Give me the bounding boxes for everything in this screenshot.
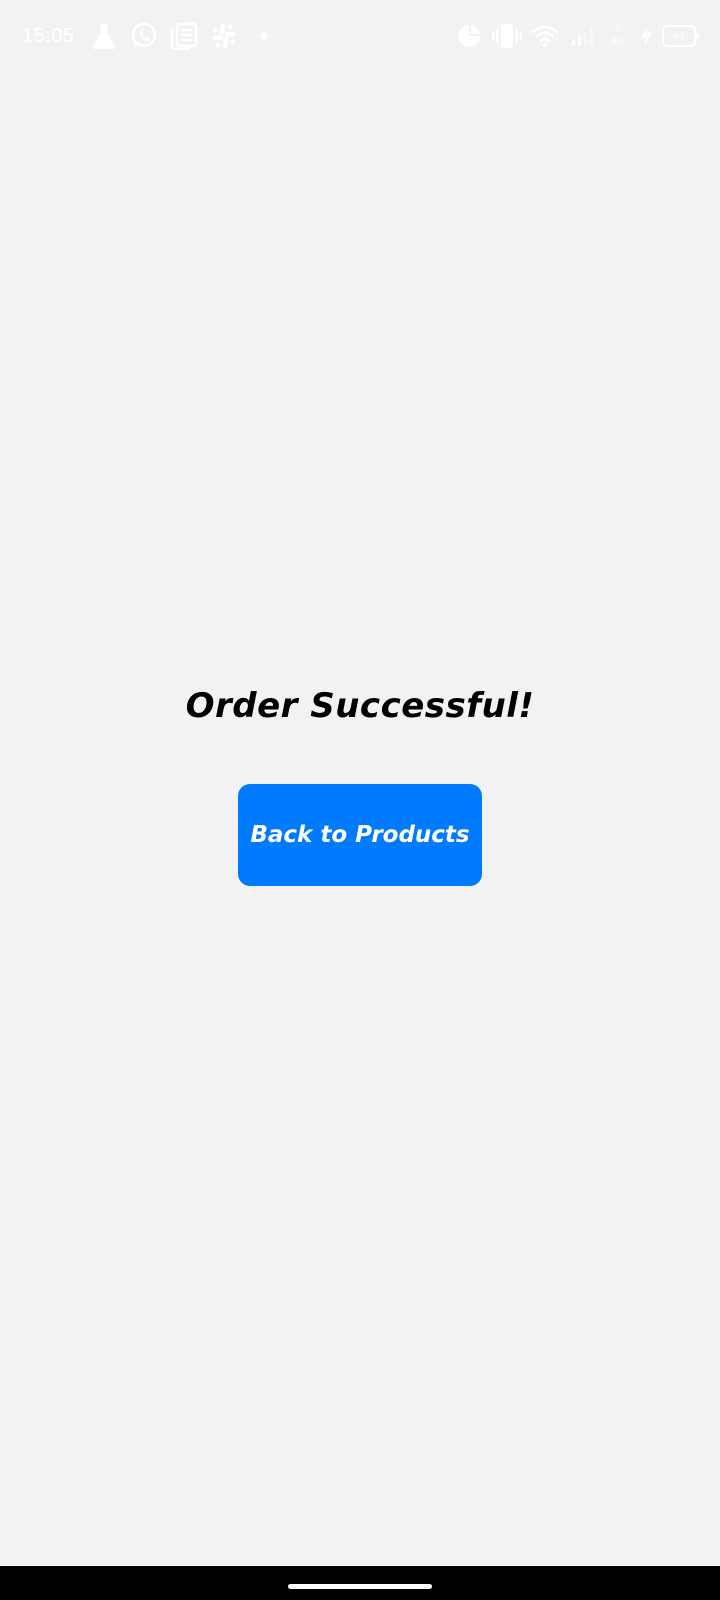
back-to-products-button[interactable]: Back to Products bbox=[238, 784, 482, 886]
network-speed: 0 B/s bbox=[606, 24, 630, 48]
slack-icon bbox=[209, 21, 239, 51]
vibrate-icon bbox=[492, 21, 522, 51]
signal-icon bbox=[568, 21, 598, 51]
page-title: Order Successful! bbox=[185, 686, 535, 726]
data-usage-icon bbox=[454, 21, 484, 51]
status-bar-left: 15:05 bbox=[22, 18, 279, 54]
navigation-bar bbox=[0, 1566, 720, 1600]
home-indicator[interactable] bbox=[288, 1584, 432, 1589]
wifi-icon bbox=[530, 21, 560, 51]
battery-icon: 41 bbox=[662, 25, 699, 47]
network-speed-unit: B/s bbox=[610, 36, 626, 47]
battery-level: 41 bbox=[672, 30, 686, 42]
status-time: 15:05 bbox=[22, 24, 75, 47]
back-to-products-label: Back to Products bbox=[250, 822, 470, 848]
network-speed-value: 0 bbox=[615, 24, 621, 35]
dot-icon bbox=[249, 21, 279, 51]
status-bar-right: 0 B/s 41 bbox=[454, 18, 699, 54]
flask-icon bbox=[89, 21, 119, 51]
status-bar: 15:05 0 B/s 41 bbox=[0, 0, 720, 72]
news-icon bbox=[169, 21, 199, 51]
charging-icon bbox=[638, 21, 654, 51]
whatsapp-icon bbox=[129, 21, 159, 51]
